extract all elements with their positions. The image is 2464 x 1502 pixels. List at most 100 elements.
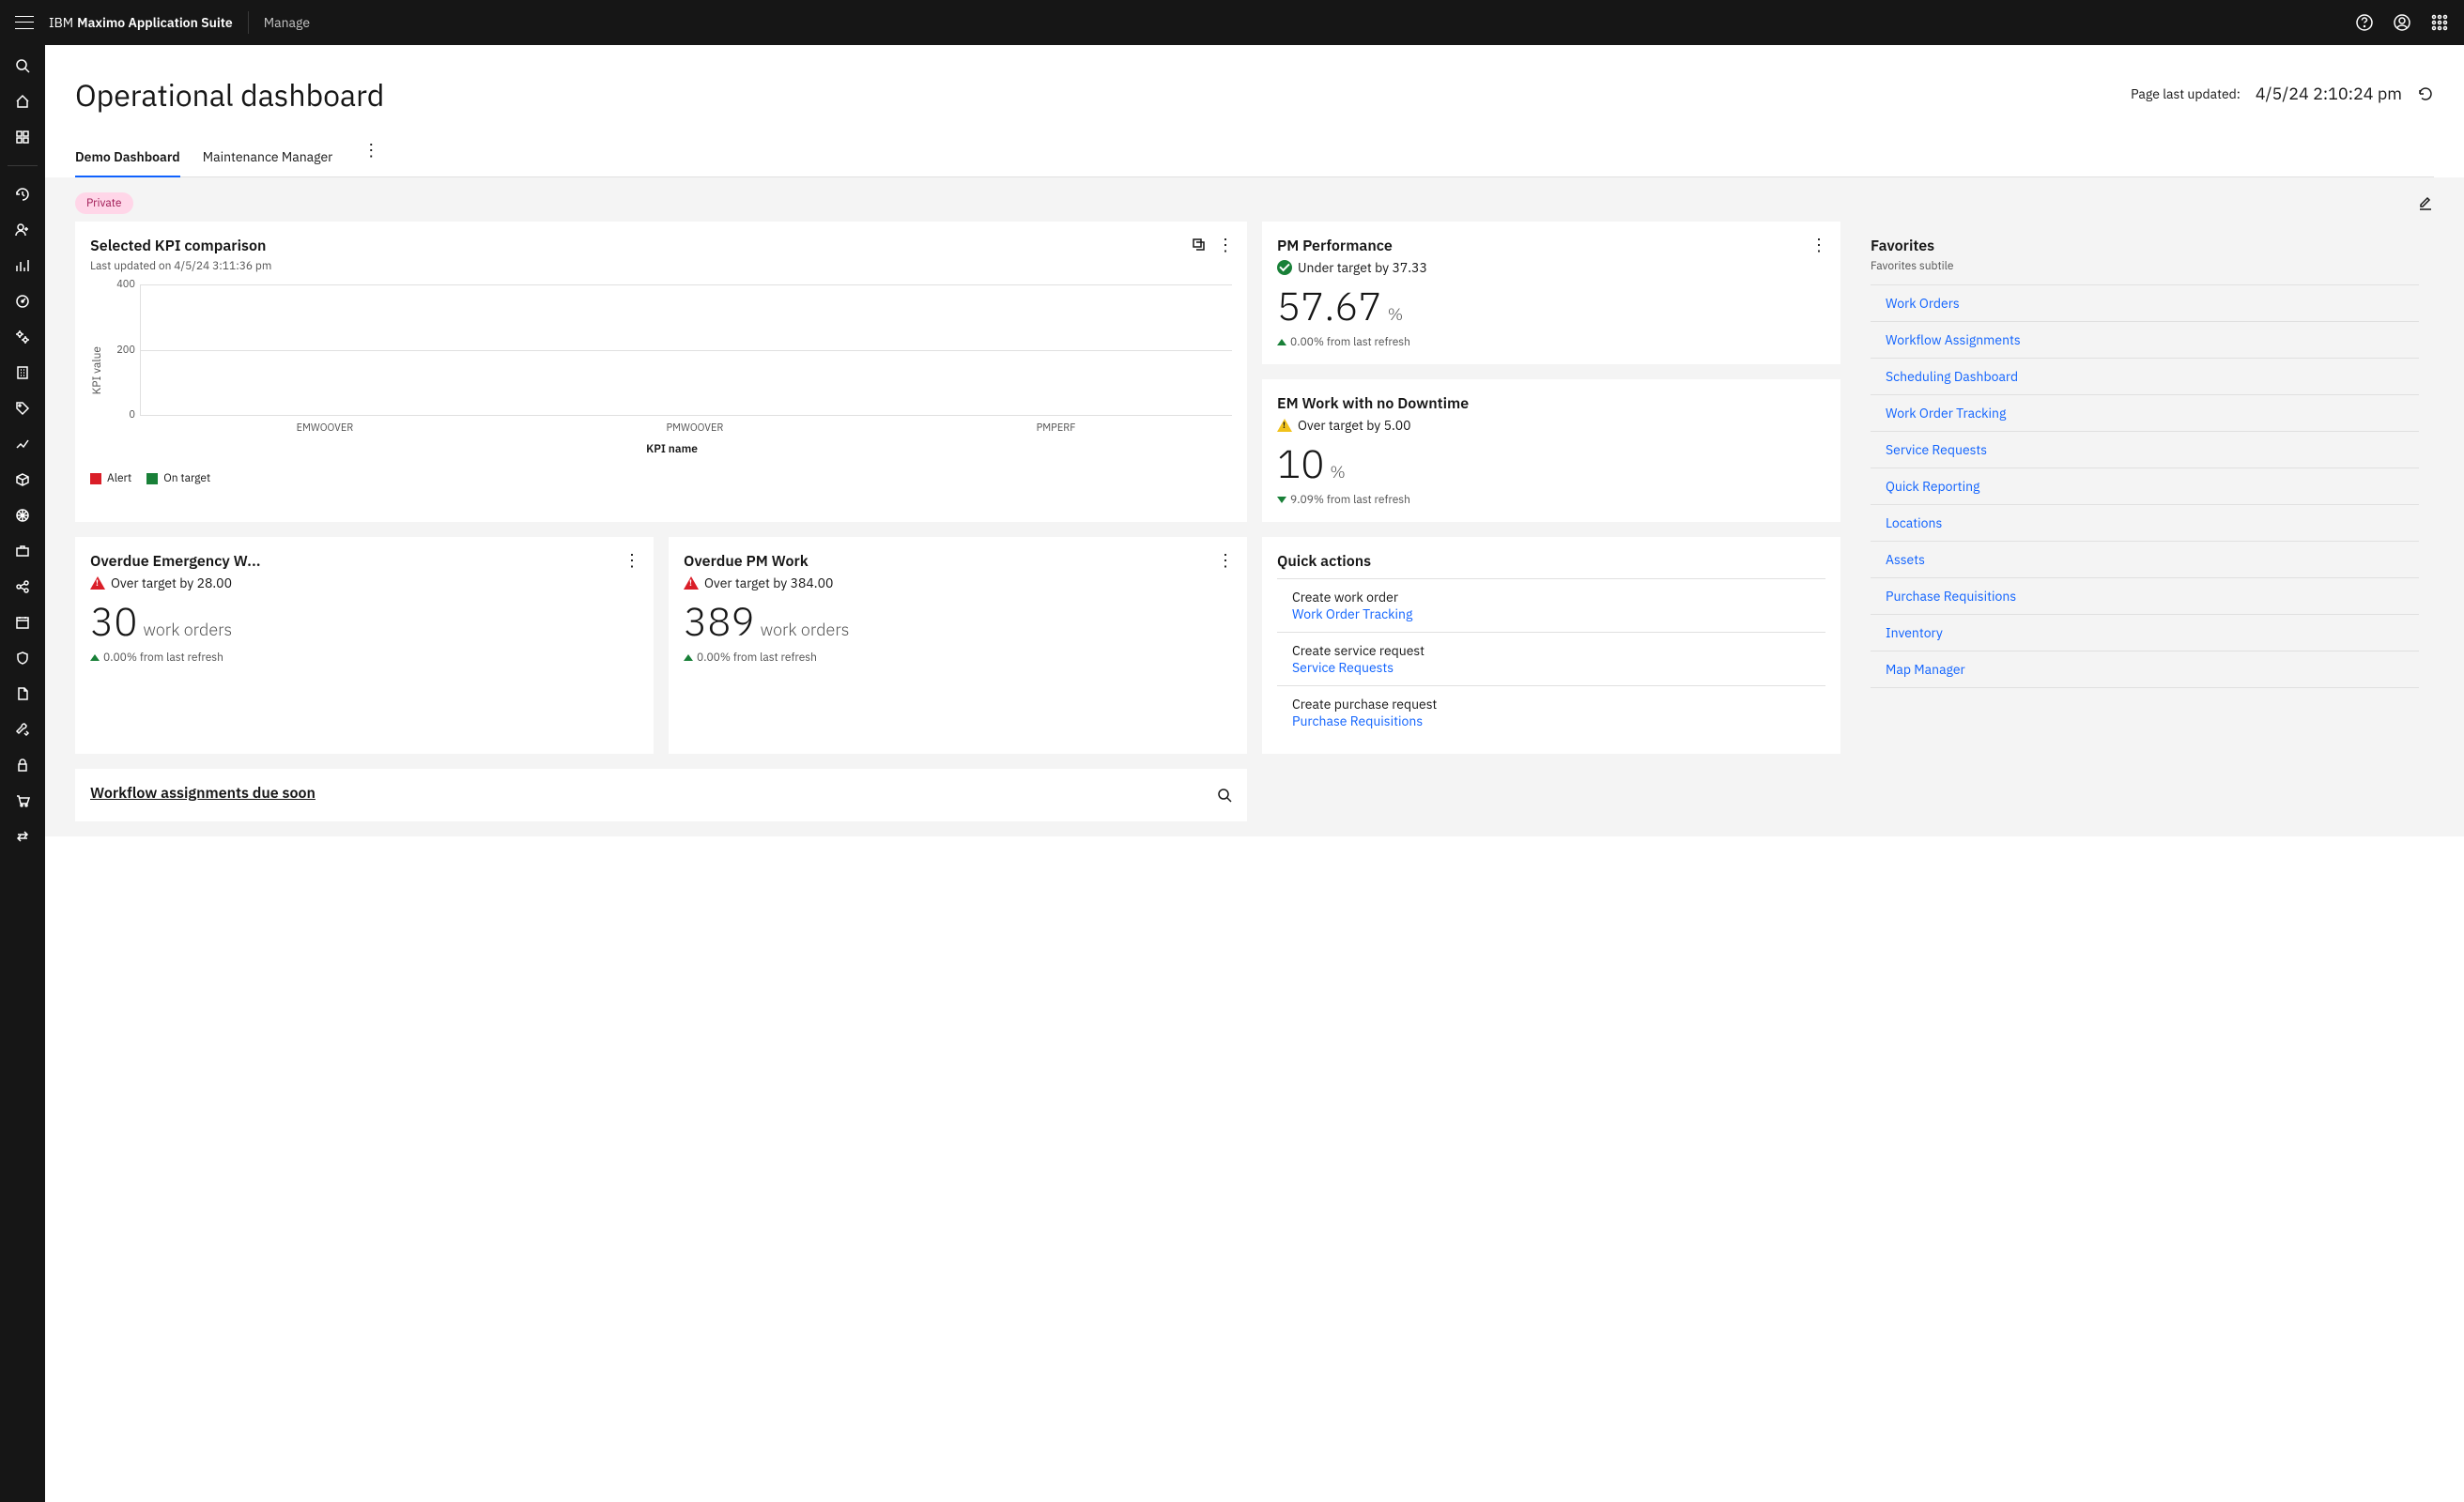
kpi-comparison-card: Selected KPI comparison Last updated on … <box>75 222 1247 522</box>
card-menu-icon[interactable] <box>1810 237 1825 252</box>
em-work-delta: 9.09% from last refresh <box>1290 493 1410 507</box>
pm-perf-status: Under target by 37.33 <box>1298 259 1427 276</box>
y-tick-400: 400 <box>116 278 135 291</box>
pm-performance-card: PM Performance Under target by 37.33 57.… <box>1262 222 1840 364</box>
cube-icon[interactable] <box>13 470 32 489</box>
brand: IBM Maximo Application Suite <box>49 14 233 31</box>
overdue-pm-title: Overdue PM Work <box>684 552 1232 571</box>
card-menu-icon[interactable] <box>1217 237 1232 252</box>
overdue-em-status: Over target by 28.00 <box>111 575 232 591</box>
favorite-link[interactable]: Scheduling Dashboard <box>1871 358 2419 394</box>
card-menu-icon[interactable] <box>624 552 639 567</box>
em-work-status: Over target by 5.00 <box>1298 417 1411 434</box>
tab-demo-dashboard[interactable]: Demo Dashboard <box>75 137 180 176</box>
favorite-link[interactable]: Service Requests <box>1871 431 2419 467</box>
quick-action-item: Create purchase request Purchase Requisi… <box>1277 686 1825 739</box>
em-work-value: 10 <box>1277 437 1324 489</box>
favorite-link[interactable]: Quick Reporting <box>1871 467 2419 504</box>
app-name: Manage <box>264 14 310 31</box>
share-icon[interactable] <box>13 577 32 596</box>
pm-perf-title: PM Performance <box>1277 237 1825 255</box>
transfer-icon[interactable] <box>13 827 32 846</box>
tabs-overflow-icon[interactable] <box>362 142 379 172</box>
y-axis-label: KPI value <box>90 346 104 394</box>
x-label-1: PMWOOVER <box>666 421 723 435</box>
gears-icon[interactable] <box>13 328 32 346</box>
favorite-link[interactable]: Work Orders <box>1871 284 2419 321</box>
overdue-em-delta: 0.00% from last refresh <box>103 651 223 665</box>
popout-icon[interactable] <box>1191 237 1206 252</box>
em-work-title: EM Work with no Downtime <box>1277 394 1825 413</box>
trend-down-icon <box>1277 497 1286 503</box>
checkmark-icon <box>1277 260 1292 275</box>
overdue-em-unit: work orders <box>143 619 232 640</box>
qa-label: Create purchase request <box>1292 696 1825 713</box>
favorite-link[interactable]: Inventory <box>1871 614 2419 651</box>
building-icon[interactable] <box>13 363 32 382</box>
quick-actions-title: Quick actions <box>1277 552 1825 571</box>
home-icon[interactable] <box>13 92 32 111</box>
favorite-link[interactable]: Work Order Tracking <box>1871 394 2419 431</box>
briefcase-icon[interactable] <box>13 542 32 560</box>
overdue-pm-delta: 0.00% from last refresh <box>697 651 817 665</box>
refresh-icon[interactable] <box>2417 85 2434 102</box>
wheel-icon[interactable] <box>13 506 32 525</box>
overdue-pm-value: 389 <box>684 595 755 647</box>
favorite-link[interactable]: Purchase Requisitions <box>1871 577 2419 614</box>
brand-prefix: IBM <box>49 14 73 31</box>
dashboard-body: Private Selected KPI comparison Last upd… <box>45 177 2464 836</box>
qa-label: Create work order <box>1292 589 1825 605</box>
tab-maintenance-manager[interactable]: Maintenance Manager <box>203 137 333 176</box>
bar-chart-icon[interactable] <box>13 256 32 275</box>
user-plus-icon[interactable] <box>13 221 32 239</box>
quick-actions-card: Quick actions Create work order Work Ord… <box>1262 537 1840 754</box>
lock-icon[interactable] <box>13 756 32 774</box>
em-work-unit: % <box>1330 461 1345 483</box>
trend-up-icon <box>1277 339 1286 345</box>
legend-on-target[interactable]: On target <box>146 471 210 485</box>
card-menu-icon[interactable] <box>1217 552 1232 567</box>
page-updated: Page last updated: 4/5/24 2:10:24 pm <box>2131 83 2434 104</box>
user-icon[interactable] <box>2393 13 2411 32</box>
cart-icon[interactable] <box>13 791 32 810</box>
shield-icon[interactable] <box>13 649 32 667</box>
favorite-link[interactable]: Assets <box>1871 541 2419 577</box>
qa-link[interactable]: Purchase Requisitions <box>1292 713 1825 729</box>
qa-link[interactable]: Service Requests <box>1292 659 1825 676</box>
tag-icon[interactable] <box>13 399 32 418</box>
favorite-link[interactable]: Workflow Assignments <box>1871 321 2419 358</box>
trend-up-icon <box>90 654 100 661</box>
favorites-title: Favorites <box>1871 222 2419 255</box>
favorite-link[interactable]: Map Manager <box>1871 651 2419 688</box>
favorites-card: Favorites Favorites subtile Work Orders … <box>1856 222 2434 754</box>
kpi-chart-subtitle: Last updated on 4/5/24 3:11:36 pm <box>90 259 1232 273</box>
qa-label: Create service request <box>1292 642 1825 659</box>
workflow-title[interactable]: Workflow assignments due soon <box>90 784 316 803</box>
dashboard-icon[interactable] <box>13 128 32 146</box>
gauge-icon[interactable] <box>13 292 32 311</box>
edit-icon[interactable] <box>2417 195 2434 212</box>
alert-icon <box>90 576 105 590</box>
legend-alert[interactable]: Alert <box>90 471 131 485</box>
left-nav-rail <box>0 45 45 1502</box>
trend-icon[interactable] <box>13 435 32 453</box>
alert-icon <box>684 576 699 590</box>
document-icon[interactable] <box>13 684 32 703</box>
help-icon[interactable] <box>2355 13 2374 32</box>
pm-perf-unit: % <box>1388 303 1403 325</box>
favorite-link[interactable]: Locations <box>1871 504 2419 541</box>
history-icon[interactable] <box>13 185 32 204</box>
app-switcher-icon[interactable] <box>2430 13 2449 32</box>
search-icon[interactable] <box>1217 788 1232 803</box>
hamburger-menu-icon[interactable] <box>15 13 34 32</box>
search-icon[interactable] <box>13 56 32 75</box>
pm-perf-value: 57.67 <box>1277 280 1382 331</box>
calendar-icon[interactable] <box>13 613 32 632</box>
main-content: Operational dashboard Page last updated:… <box>45 45 2464 1502</box>
quick-action-item: Create work order Work Order Tracking <box>1277 578 1825 633</box>
x-label-2: PMPERF <box>1037 421 1076 435</box>
qa-link[interactable]: Work Order Tracking <box>1292 605 1825 622</box>
trend-up-icon <box>684 654 693 661</box>
tools-icon[interactable] <box>13 720 32 739</box>
x-label-0: EMWOOVER <box>297 421 354 435</box>
